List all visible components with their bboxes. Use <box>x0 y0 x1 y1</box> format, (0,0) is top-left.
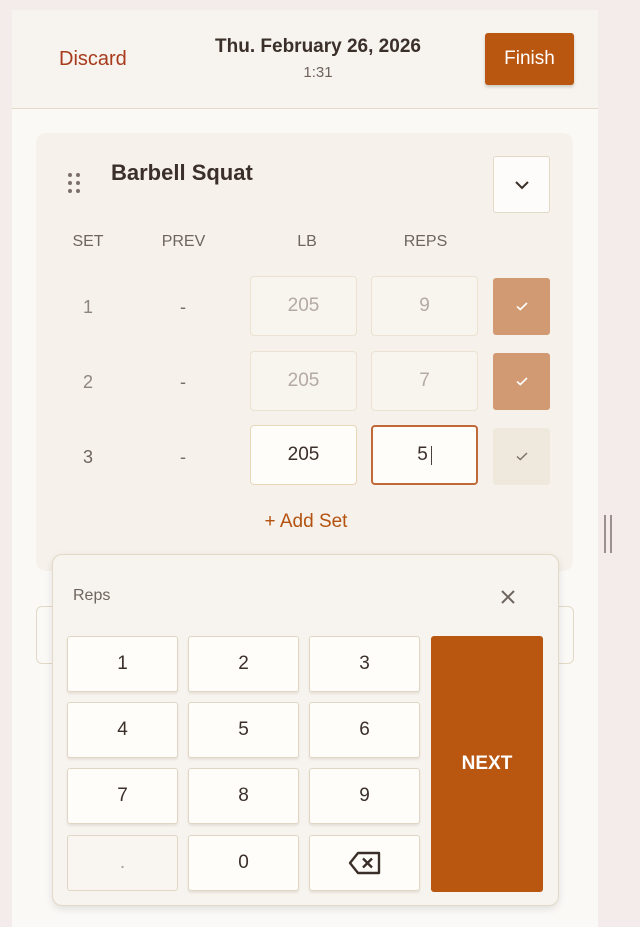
check-icon <box>515 302 528 311</box>
column-header-set: SET <box>72 233 104 250</box>
exercise-name: Barbell Squat <box>111 160 253 185</box>
exercise-options-button[interactable] <box>493 156 550 213</box>
number-keypad: Reps 1 2 3 4 5 6 7 8 9 . 0 NEXT <box>52 554 559 906</box>
next-button[interactable]: NEXT <box>431 636 543 892</box>
complete-set-button[interactable] <box>493 278 550 335</box>
set-number: 2 <box>82 372 93 392</box>
exercise-card: Barbell Squat SET PREV LB REPS 1 - 205 9… <box>36 133 573 571</box>
discard-button[interactable]: Discard <box>59 48 127 71</box>
scrollbar[interactable] <box>604 515 614 553</box>
reps-input[interactable]: 9 <box>371 276 478 336</box>
check-icon <box>516 452 527 461</box>
key-5[interactable]: 5 <box>188 702 299 758</box>
drag-handle-icon[interactable] <box>68 173 82 193</box>
keypad-label: Reps <box>73 587 111 604</box>
key-9[interactable]: 9 <box>309 768 420 824</box>
column-header-reps: REPS <box>403 233 448 250</box>
key-0[interactable]: 0 <box>188 835 299 891</box>
complete-set-button[interactable] <box>493 353 550 410</box>
column-header-prev: PREV <box>161 233 206 250</box>
column-header-weight: LB <box>297 233 317 250</box>
weight-input[interactable]: 205 <box>250 425 357 485</box>
key-2[interactable]: 2 <box>188 636 299 692</box>
chevron-down-icon <box>514 180 529 189</box>
workout-date: Thu. February 26, 2026 <box>215 36 421 57</box>
key-4[interactable]: 4 <box>67 702 178 758</box>
reps-input-value: 5 <box>417 444 428 465</box>
close-icon[interactable] <box>496 585 520 609</box>
key-7[interactable]: 7 <box>67 768 178 824</box>
set-number: 1 <box>82 297 93 317</box>
set-number: 3 <box>82 447 93 467</box>
elapsed-time: 1:31 <box>303 64 333 81</box>
reps-input[interactable]: 5 <box>371 425 478 485</box>
workout-header: Discard Thu. February 26, 2026 1:31 Fini… <box>12 10 598 109</box>
backspace-icon <box>348 851 380 875</box>
key-1[interactable]: 1 <box>67 636 178 692</box>
add-set-button[interactable]: + Add Set <box>246 511 366 533</box>
key-decimal[interactable]: . <box>67 835 178 891</box>
key-3[interactable]: 3 <box>309 636 420 692</box>
text-cursor <box>430 445 432 465</box>
complete-set-button[interactable] <box>493 428 550 485</box>
weight-input[interactable]: 205 <box>250 276 357 336</box>
key-6[interactable]: 6 <box>309 702 420 758</box>
previous-value: - <box>180 447 186 467</box>
key-8[interactable]: 8 <box>188 768 299 824</box>
backspace-button[interactable] <box>309 835 420 891</box>
previous-value: - <box>180 372 186 392</box>
weight-input[interactable]: 205 <box>250 351 357 411</box>
reps-input[interactable]: 7 <box>371 351 478 411</box>
workout-info: Thu. February 26, 2026 1:31 <box>172 36 464 81</box>
check-icon <box>515 377 528 386</box>
previous-value: - <box>180 297 186 317</box>
finish-button[interactable]: Finish <box>485 33 574 85</box>
